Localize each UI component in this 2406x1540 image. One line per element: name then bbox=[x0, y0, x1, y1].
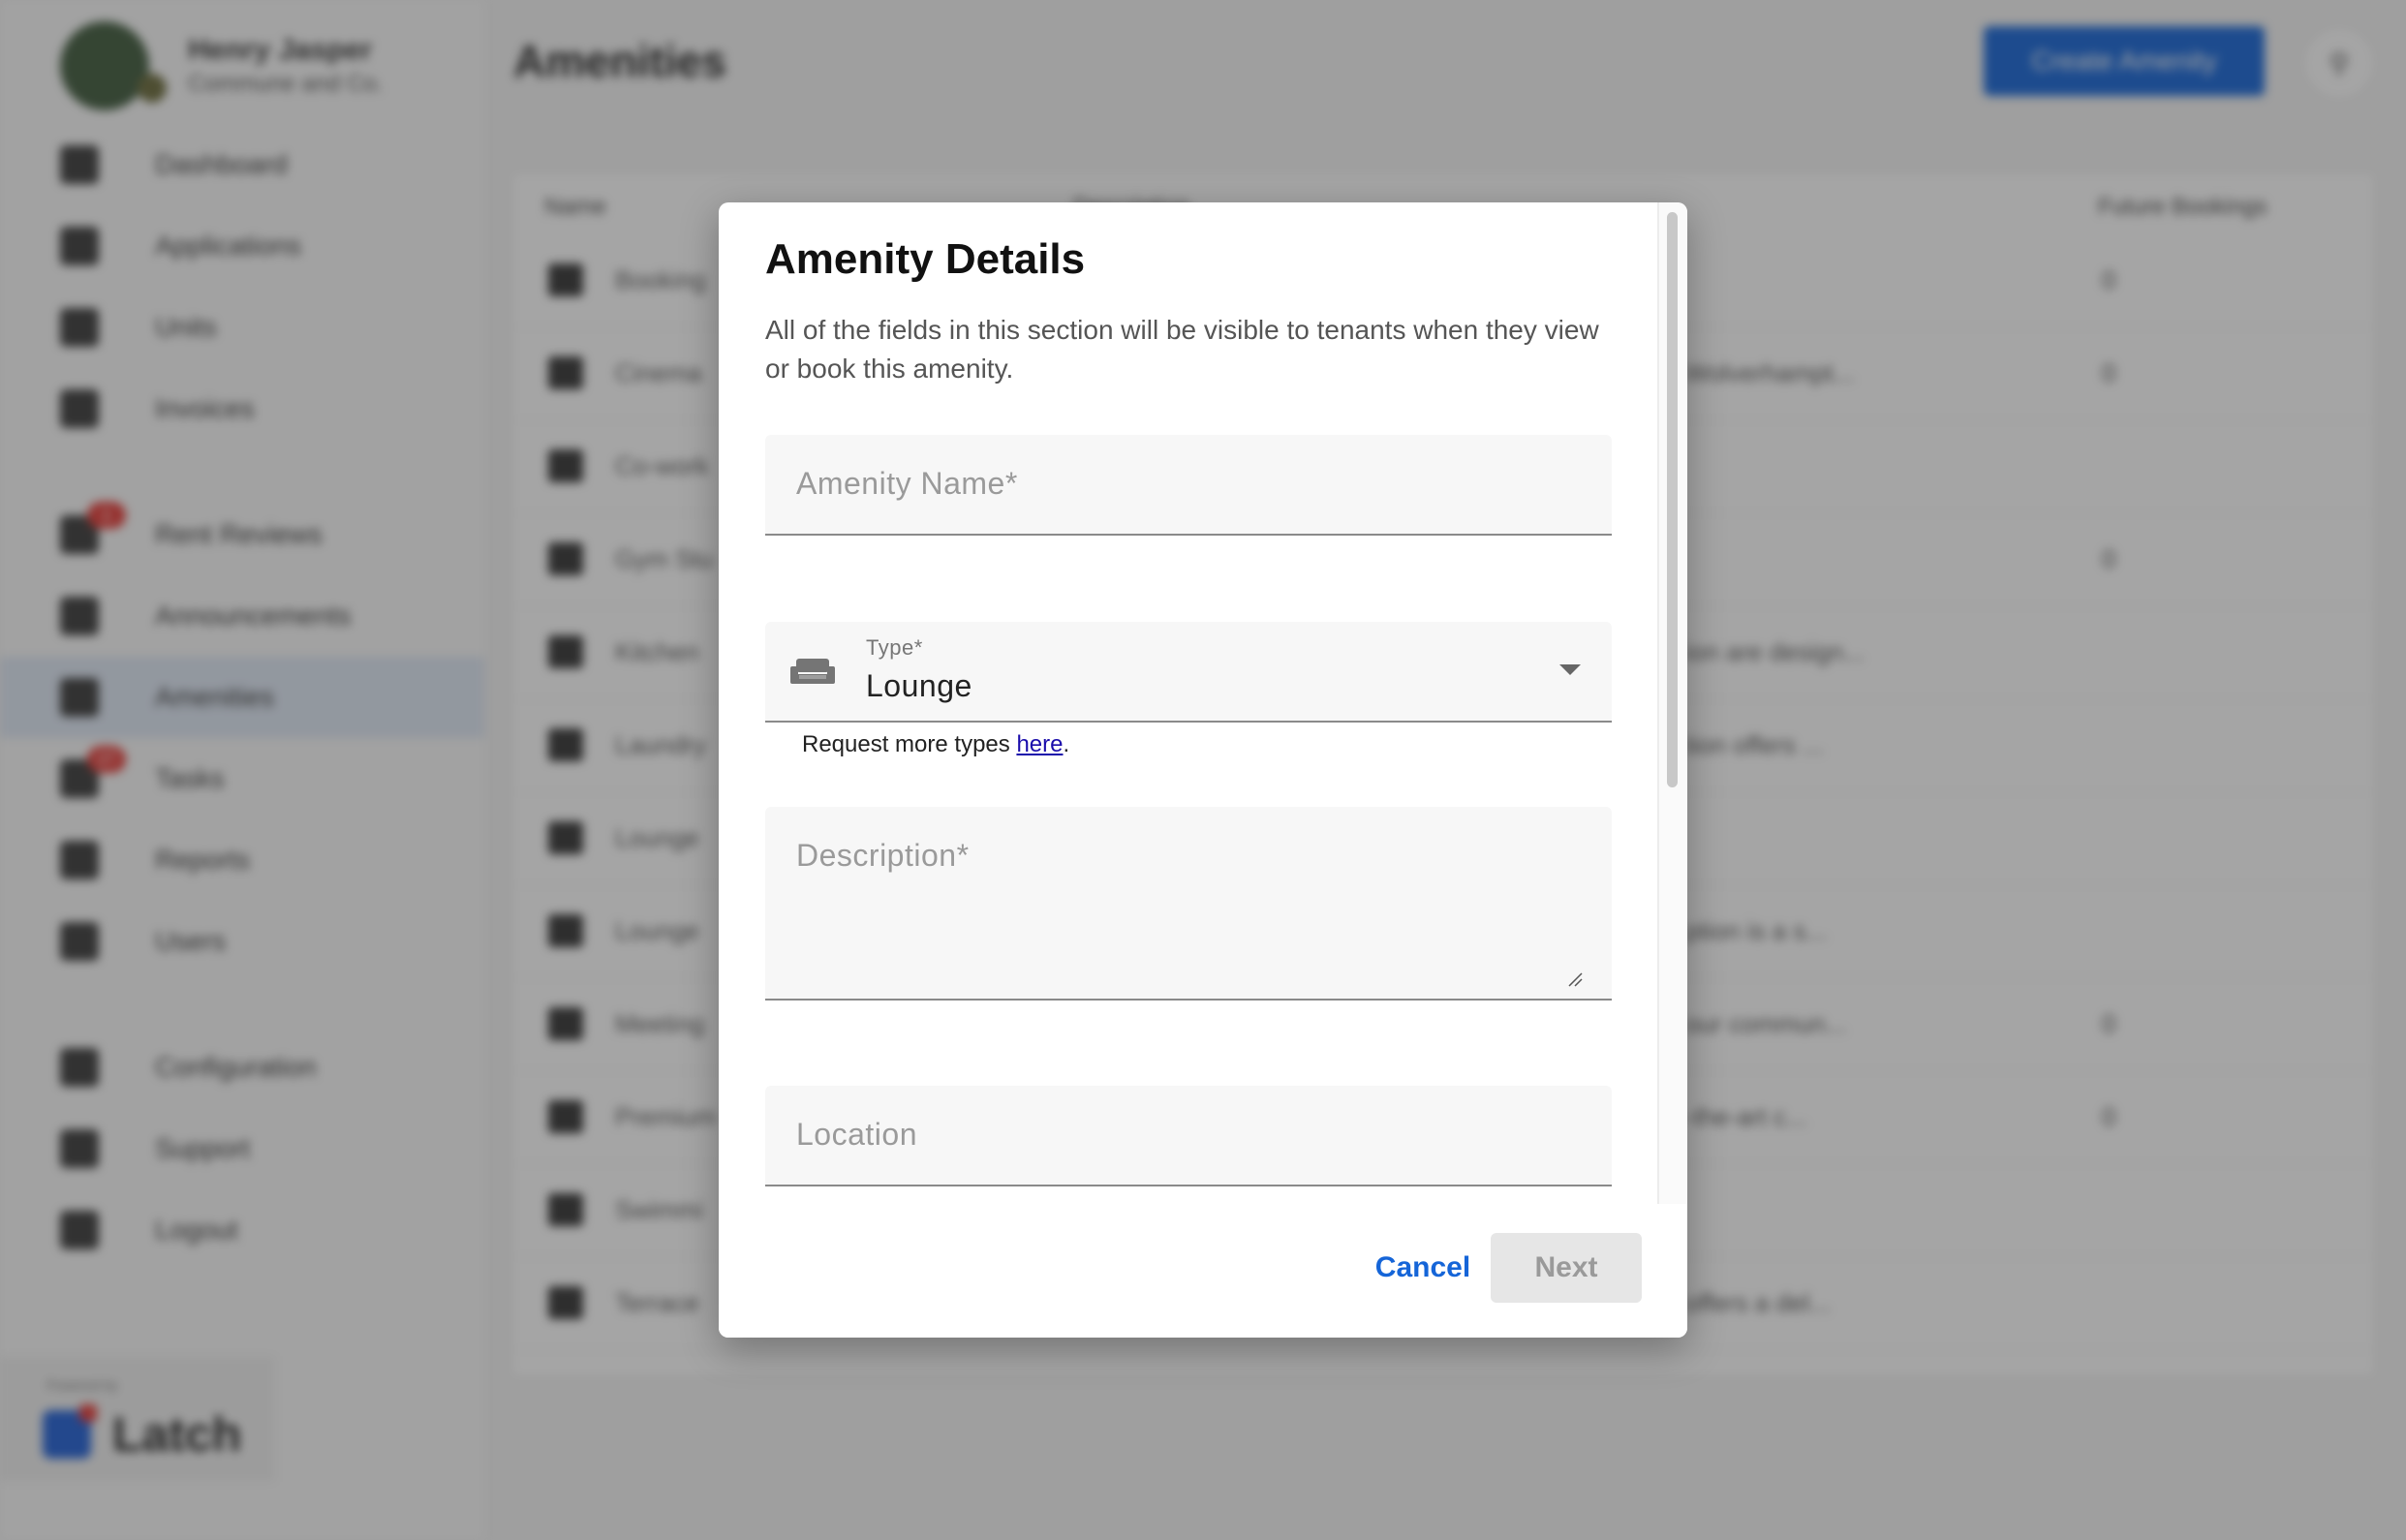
type-label: Type* bbox=[866, 635, 923, 660]
dialog-actions: Cancel Next bbox=[719, 1204, 1687, 1338]
next-button[interactable]: Next bbox=[1491, 1233, 1642, 1303]
scrollbar-thumb[interactable] bbox=[1667, 212, 1678, 787]
helper-suffix: . bbox=[1063, 731, 1070, 757]
cancel-button[interactable]: Cancel bbox=[1348, 1233, 1497, 1303]
description-label: Description* bbox=[796, 838, 970, 873]
sofa-icon bbox=[790, 659, 835, 684]
helper-prefix: Request more types bbox=[802, 731, 1017, 757]
type-value: Lounge bbox=[866, 668, 972, 703]
location-label: Location bbox=[796, 1117, 917, 1152]
dialog-content: Amenity Details All of the fields in thi… bbox=[719, 202, 1658, 1204]
dialog-title: Amenity Details bbox=[765, 235, 1086, 283]
dialog-scrollbar[interactable] bbox=[1657, 202, 1687, 1204]
chevron-down-icon[interactable] bbox=[1559, 664, 1581, 675]
type-select[interactable]: Type* Lounge bbox=[765, 622, 1612, 723]
request-types-link[interactable]: here bbox=[1016, 731, 1063, 757]
description-field[interactable]: Description* bbox=[765, 807, 1612, 1001]
location-field[interactable]: Location bbox=[765, 1086, 1612, 1186]
dialog-description: All of the fields in this section will b… bbox=[765, 315, 1599, 384]
amenity-name-label: Amenity Name* bbox=[796, 466, 1018, 501]
type-helper-text: Request more types here. bbox=[802, 731, 1069, 758]
resize-handle-icon[interactable] bbox=[1567, 971, 1583, 987]
amenity-details-dialog: Amenity Details All of the fields in thi… bbox=[719, 202, 1687, 1338]
amenity-name-field[interactable]: Amenity Name* bbox=[765, 435, 1612, 536]
